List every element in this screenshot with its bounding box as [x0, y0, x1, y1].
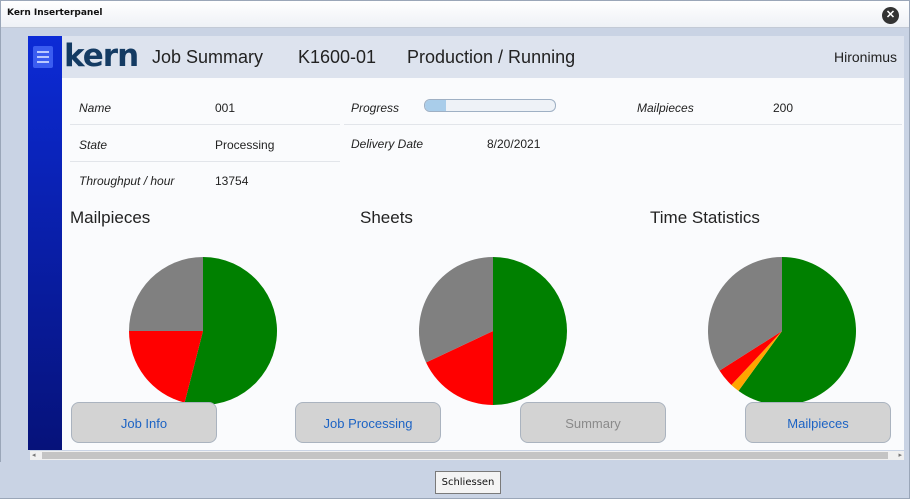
- mailpieces-label: Mailpieces: [637, 101, 694, 115]
- summary-button[interactable]: Summary: [520, 402, 666, 443]
- job-info-button[interactable]: Job Info: [71, 402, 217, 443]
- divider: [70, 124, 340, 125]
- scrollbar-thumb[interactable]: [42, 452, 888, 459]
- throughput-label: Throughput / hour: [79, 174, 175, 188]
- delivery-date-value: 8/20/2021: [487, 137, 541, 151]
- sheets-heading: Sheets: [360, 208, 413, 227]
- name-label: Name: [79, 101, 112, 115]
- mailpieces-heading: Mailpieces: [70, 208, 151, 227]
- mailpieces-button[interactable]: Mailpieces: [745, 402, 891, 443]
- mailpieces-pie-chart: [129, 257, 277, 405]
- job-id: K1600-01: [298, 47, 377, 67]
- sheets-pie-chart: [419, 257, 567, 405]
- time-statistics-pie-chart: [708, 257, 856, 405]
- job-status: Production / Running: [407, 47, 576, 67]
- progress-bar: [424, 99, 556, 112]
- state-label: State: [79, 138, 108, 152]
- side-nav-bar: [28, 36, 62, 450]
- window-title: Kern Inserterpanel: [7, 8, 103, 18]
- mailpieces-value: 200: [773, 101, 794, 115]
- divider: [70, 161, 340, 162]
- job-processing-button[interactable]: Job Processing: [295, 402, 441, 443]
- name-value: 001: [215, 101, 236, 115]
- state-value: Processing: [215, 138, 275, 152]
- scroll-right-icon[interactable]: ▸: [898, 451, 902, 460]
- page-title: Job Summary: [152, 47, 264, 67]
- title-bar: Kern Inserterpanel ✕: [1, 1, 909, 28]
- progress-label: Progress: [351, 101, 400, 115]
- divider: [344, 124, 902, 125]
- time-statistics-heading: Time Statistics: [650, 208, 760, 227]
- delivery-date-label: Delivery Date: [351, 137, 424, 151]
- sheets-slice-green: [493, 257, 567, 405]
- kern-logo: kern: [64, 38, 139, 74]
- menu-icon[interactable]: [33, 46, 53, 68]
- close-button[interactable]: Schliessen: [435, 471, 501, 494]
- horizontal-scrollbar[interactable]: ◂ ▸: [30, 451, 904, 460]
- progress-fill: [425, 100, 446, 111]
- scroll-left-icon[interactable]: ◂: [32, 451, 36, 460]
- mailpieces-slice-gray: [129, 257, 203, 331]
- throughput-value: 13754: [215, 174, 249, 188]
- close-icon[interactable]: ✕: [882, 7, 899, 24]
- user-name[interactable]: Hironimus: [834, 49, 897, 65]
